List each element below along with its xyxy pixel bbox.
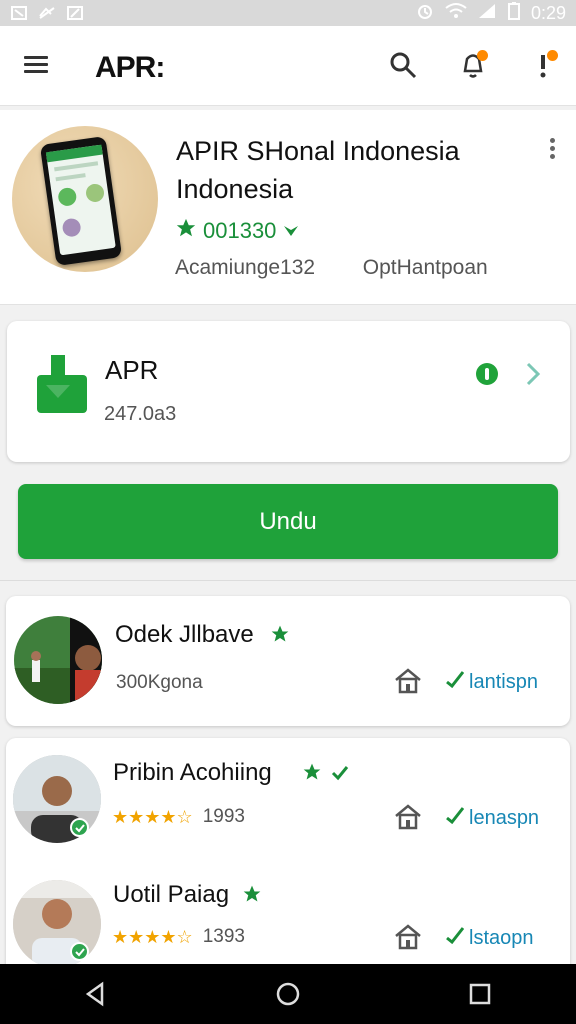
developer-list-card[interactable]: Pribin Acohiing ★★★★☆ 1993 lenaspn Uotil… <box>6 738 570 978</box>
status-time: 0:29 <box>530 2 566 23</box>
developer-action-link[interactable]: lantispn <box>446 670 538 694</box>
verified-check-icon <box>70 942 89 961</box>
status-icons-left <box>10 5 84 21</box>
search-icon[interactable] <box>386 48 420 82</box>
meta-right: OptHantpoan <box>362 256 488 279</box>
star-rating-icon: ★★★★☆ <box>112 806 193 827</box>
developer-rating: ★★★★☆ 1393 <box>112 926 245 948</box>
developer-card[interactable]: Odek Jllbave 300Kgona lantispn <box>6 596 570 726</box>
alert-badge <box>547 50 558 61</box>
more-options-icon[interactable] <box>548 138 556 162</box>
developer-action-label: lstaopn <box>469 926 534 949</box>
check-icon <box>331 765 349 786</box>
rating-value: 1993 <box>202 806 245 827</box>
developer-name-2: Pribin Acohiing <box>113 759 272 786</box>
download-title: APR <box>105 355 159 385</box>
mute-icon <box>38 5 56 21</box>
green-check-icon <box>446 926 465 950</box>
home-icon[interactable] <box>393 667 423 695</box>
green-check-icon <box>446 806 465 830</box>
verified-star-icon <box>302 762 322 787</box>
developer-rating: ★★★★☆ 1993 <box>112 806 245 828</box>
verified-star-icon <box>242 884 262 909</box>
status-bar: 0:29 <box>0 0 576 26</box>
green-check-icon <box>446 670 465 694</box>
recent-apps-icon[interactable] <box>463 977 497 1011</box>
app-meta: Acamiunge132 OptHantpoan <box>175 256 488 280</box>
star-rating-icon: ★★★★☆ <box>112 926 193 947</box>
signal-icon <box>477 2 497 25</box>
notification-badge <box>477 50 488 61</box>
home-icon[interactable] <box>393 803 423 831</box>
verified-star-icon <box>282 218 300 244</box>
alert-icon[interactable] <box>526 48 560 82</box>
developer-action-label: lenaspn <box>469 806 540 829</box>
star-icon <box>175 217 197 245</box>
section-divider <box>0 580 576 581</box>
app-illustration <box>12 126 158 272</box>
rating-text: 001330 <box>203 218 277 243</box>
download-card[interactable]: APR 247.0a3 <box>7 321 570 462</box>
developer-name-3: Uotil Paiag <box>113 881 230 908</box>
app-logo: APR: <box>95 51 165 84</box>
download-button[interactable]: Undu <box>18 484 558 559</box>
download-status-icon <box>66 5 84 21</box>
rating-row: 001330 <box>175 217 300 245</box>
download-file-icon <box>37 355 91 415</box>
info-icon <box>476 363 498 385</box>
app-title: APIR SHonal Indonesia Indonesia <box>176 136 460 204</box>
battery-icon <box>507 1 521 26</box>
developer-action-label: lantispn <box>469 670 538 693</box>
meta-left: Acamiunge132 <box>175 256 316 279</box>
phone-screen <box>45 144 116 256</box>
home-icon[interactable] <box>393 923 423 951</box>
back-icon[interactable] <box>79 977 113 1011</box>
status-icons-right: 0:29 <box>415 1 566 26</box>
notification-icon <box>10 5 28 21</box>
rating-value: 1393 <box>202 926 245 947</box>
developer-name: Odek Jllbave <box>115 621 254 648</box>
download-size: 247.0a3 <box>104 403 177 425</box>
notification-bell-icon[interactable] <box>456 48 490 82</box>
top-app-bar: APR: <box>0 26 576 106</box>
wifi-icon <box>445 2 467 25</box>
developer-action-link-2[interactable]: lenaspn <box>446 806 539 830</box>
phone-illustration <box>39 136 123 266</box>
app-header-card: APIR SHonal Indonesia Indonesia 001330 A… <box>0 110 576 305</box>
chevron-right-icon[interactable] <box>524 361 542 387</box>
developer-avatar <box>14 616 102 704</box>
developer-action-link-3[interactable]: lstaopn <box>446 926 534 950</box>
developer-subtitle: 300Kgona <box>116 672 203 693</box>
system-navigation-bar <box>0 964 576 1024</box>
verified-check-icon <box>70 818 89 837</box>
verified-star-icon <box>270 624 290 649</box>
home-nav-icon[interactable] <box>271 977 305 1011</box>
menu-icon[interactable] <box>24 56 48 74</box>
alarm-icon <box>415 2 435 25</box>
